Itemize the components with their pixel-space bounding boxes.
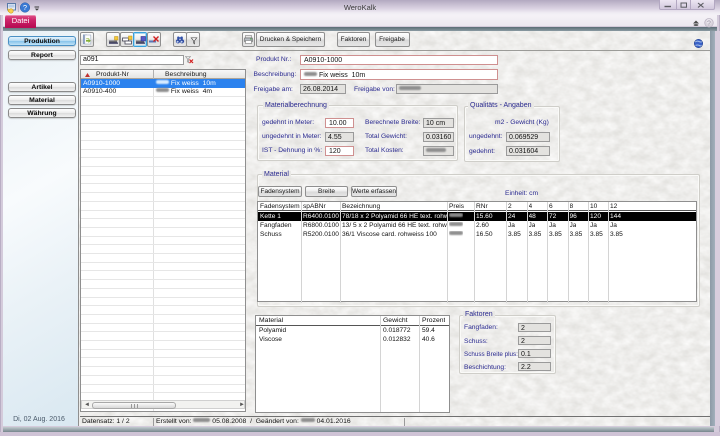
svg-text:?: ? [23,3,27,12]
svg-text:?: ? [707,20,711,27]
